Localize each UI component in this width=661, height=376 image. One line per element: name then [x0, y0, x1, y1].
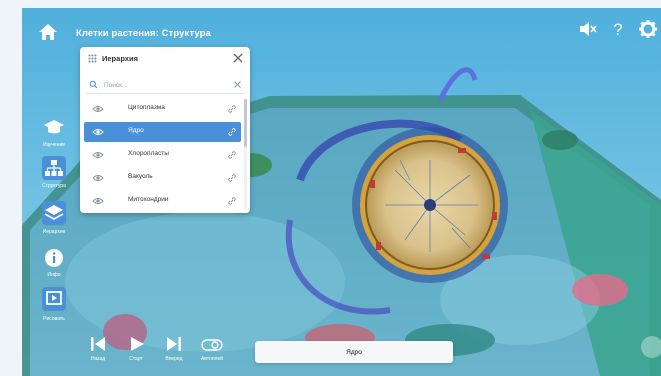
- info-icon: [45, 249, 63, 267]
- list-item-label: Цитоплазма: [128, 104, 165, 111]
- search-icon: [89, 80, 98, 89]
- eye-icon[interactable]: [92, 197, 104, 205]
- sidebar-item-info[interactable]: [42, 246, 66, 270]
- list-item[interactable]: Хлоропласты: [84, 145, 241, 165]
- skip-forward-icon: [167, 337, 181, 351]
- link-icon[interactable]: [227, 127, 237, 137]
- sidebar-item-draw[interactable]: [42, 287, 66, 311]
- list-item-label: Митохондрии: [128, 196, 169, 203]
- question-mark-icon: ?: [613, 20, 622, 39]
- mute-button[interactable]: [577, 18, 599, 40]
- eye-icon[interactable]: [92, 128, 104, 136]
- list-item-label: Ядро: [128, 127, 144, 134]
- link-icon[interactable]: [227, 196, 237, 206]
- link-icon[interactable]: [227, 173, 237, 183]
- help-button[interactable]: ?: [607, 18, 629, 40]
- layers-icon: [44, 205, 64, 221]
- play-icon: [131, 337, 144, 351]
- list-item-selected[interactable]: Ядро: [84, 122, 241, 142]
- scrollbar-thumb[interactable]: [244, 99, 247, 147]
- app-title: Клетки растения: Структура: [76, 28, 211, 39]
- sidebar-item-label: Иерархия: [42, 229, 66, 235]
- sidebar-item-learn[interactable]: [42, 115, 66, 139]
- link-icon[interactable]: [227, 150, 237, 160]
- previous-button[interactable]: [88, 334, 108, 354]
- app-window: Клетки растения: Структура ? Иерархия По…: [0, 0, 661, 376]
- list-item[interactable]: Митохондрии: [84, 191, 241, 211]
- play-button[interactable]: [127, 334, 147, 354]
- close-icon[interactable]: [232, 52, 244, 64]
- list-item-label: Хлоропласты: [128, 150, 169, 157]
- settings-button[interactable]: [637, 18, 659, 40]
- list-item[interactable]: Вакуоль: [84, 168, 241, 188]
- autoplay-toggle[interactable]: [201, 338, 223, 351]
- search-input[interactable]: [104, 79, 224, 91]
- graduation-cap-icon: [44, 120, 64, 134]
- next-label: Вперед: [165, 356, 183, 362]
- hierarchy-panel: Иерархия Цитоплазма Ядро: [80, 47, 250, 213]
- list-scrollbar[interactable]: [244, 99, 247, 209]
- sidebar-item-hierarchy[interactable]: [42, 201, 66, 225]
- drag-grip-icon[interactable]: [88, 54, 97, 63]
- sidebar-item-label: Рисовать: [43, 316, 65, 322]
- selected-structure-name: Ядро: [346, 349, 362, 356]
- previous-label: Назад: [90, 356, 106, 362]
- speaker-muted-icon: [580, 22, 597, 36]
- clear-search-icon[interactable]: [233, 80, 242, 89]
- sidebar-item-label: Инфо: [47, 272, 61, 278]
- presentation-icon: [46, 291, 62, 305]
- home-button[interactable]: [36, 20, 60, 44]
- eye-icon[interactable]: [92, 174, 104, 182]
- eye-icon[interactable]: [92, 105, 104, 113]
- toggle-icon: [201, 339, 223, 351]
- sidebar-item-label: Изучение: [42, 142, 66, 148]
- hierarchy-list: Цитоплазма Ядро Хлоропласты Вакуоль Мито: [84, 99, 241, 214]
- list-item-label: Вакуоль: [128, 173, 153, 180]
- sidebar-item-structure[interactable]: [42, 156, 66, 180]
- play-label: Старт: [129, 356, 143, 362]
- gear-icon: [639, 20, 657, 38]
- selected-structure-label: Ядро: [255, 341, 453, 363]
- search-box: [86, 77, 244, 94]
- hierarchy-icon: [45, 160, 63, 176]
- view-rotate-handle[interactable]: [641, 336, 661, 358]
- panel-header[interactable]: Иерархия: [80, 47, 250, 71]
- next-button[interactable]: [164, 334, 184, 354]
- autoplay-label: Автоплей: [200, 356, 224, 362]
- panel-title: Иерархия: [102, 54, 138, 63]
- eye-icon[interactable]: [92, 151, 104, 159]
- skip-back-icon: [91, 337, 105, 351]
- sidebar-item-label: Структура: [42, 183, 66, 189]
- svg-text:?: ?: [613, 20, 622, 39]
- home-icon: [39, 24, 57, 40]
- list-item[interactable]: Цитоплазма: [84, 99, 241, 119]
- link-icon[interactable]: [227, 104, 237, 114]
